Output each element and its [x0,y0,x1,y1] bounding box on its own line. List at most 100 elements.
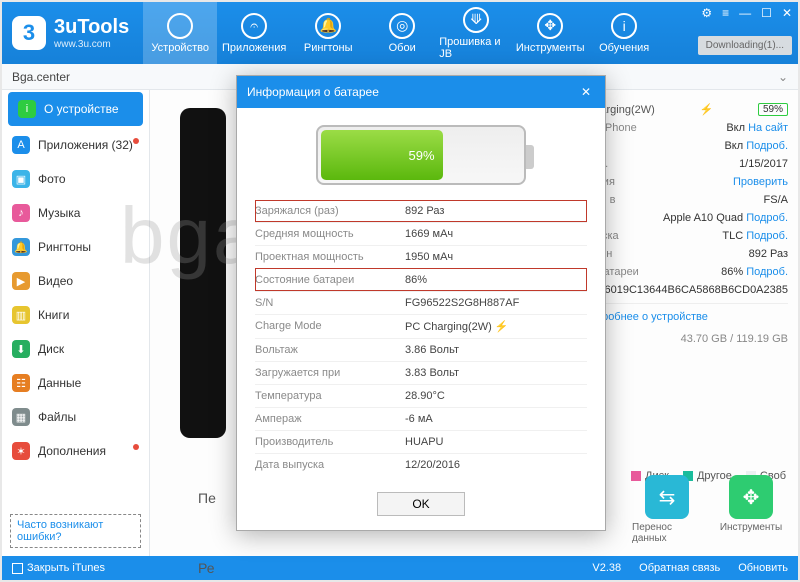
maximize-icon[interactable]: ☐ [761,6,772,20]
sidebar-item-7[interactable]: ⬇ Диск [2,332,149,366]
fragment-text: Пе [198,490,216,506]
charging-pct: 59% [758,103,788,116]
info-extra-link[interactable]: Подроб. [746,266,788,278]
sidebar-icon: 🔔 [12,238,30,256]
brand: 3 3uTools www.3u.com [2,2,143,64]
action-card-0[interactable]: ⇆Перенос данных [632,475,702,544]
top-tab-2[interactable]: 🔔Рингтоны [291,2,365,64]
battery-row: Charge ModePC Charging(2W) ⚡ [255,314,587,338]
bolt-icon: ⚡ [700,103,714,116]
battery-row: Вольтаж3.86 Вольт [255,338,587,361]
refresh-link[interactable]: Обновить [738,562,788,574]
info-extra-link[interactable]: Проверить [733,176,788,188]
close-icon[interactable]: ✕ [782,6,792,20]
menu-icon[interactable]: ≡ [722,6,729,20]
battery-modal: Информация о батарее ✕ 59% Заряжался (ра… [236,75,606,531]
modal-close-icon[interactable]: ✕ [577,83,595,101]
action-card-1[interactable]: ✥Инструменты [716,475,786,544]
action-cards: ⇆Перенос данных✥Инструменты [632,475,786,544]
info-extra-link[interactable]: Подроб. [746,212,788,224]
sidebar-item-label: Рингтоны [38,240,91,254]
battery-row: Средняя мощность1669 мАч [255,222,587,245]
modal-header: Информация о батарее ✕ [237,76,605,108]
top-tab-3[interactable]: ◎Обои [365,2,439,64]
fragment-text: Ре [198,560,215,576]
sidebar-item-0[interactable]: i О устройстве [8,92,143,126]
downloading-badge[interactable]: Downloading(1)... [698,36,792,55]
sidebar-item-label: Музыка [38,206,80,220]
tab-icon [167,13,193,39]
battery-row: Заряжался (раз)892 Раз [255,200,587,222]
sidebar-icon: A [12,136,30,154]
info-extra-link[interactable]: Подроб. [746,140,788,152]
sidebar-item-9[interactable]: ▦ Файлы [2,400,149,434]
sidebar-item-label: Приложения (32) [38,138,133,152]
brand-title: 3uTools [54,16,129,39]
top-tab-6[interactable]: iОбучения [587,2,661,64]
settings-icon[interactable]: ⚙ [701,6,712,20]
device-name: Bga.center [12,70,70,84]
top-tab-5[interactable]: ✥Инструменты [513,2,587,64]
battery-row: S/NFG96522S2G8H887AF [255,291,587,314]
bolt-icon: ⚡ [495,321,509,333]
sidebar-icon: ▦ [12,408,30,426]
battery-row: Дата выпуска12/20/2016 [255,453,587,476]
sidebar-item-2[interactable]: ▣ Фото [2,162,149,196]
tab-icon: 🔔 [315,13,341,39]
sidebar-icon: i [18,100,36,118]
minimize-icon[interactable]: — [739,6,751,20]
sidebar-item-4[interactable]: 🔔 Рингтоны [2,230,149,264]
bottom-bar: Закрыть iTunes V2.38 Обратная связь Обно… [2,556,798,580]
sidebar-icon: ⬇ [12,340,30,358]
close-itunes-toggle[interactable]: Закрыть iTunes [12,562,105,574]
sidebar-item-label: Дополнения [38,444,106,458]
notification-dot [133,138,139,144]
top-tab-4[interactable]: ⟱Прошивка и JB [439,2,513,64]
top-tab-1[interactable]: 𝄐Приложения [217,2,291,64]
notification-dot [133,444,139,450]
battery-row: Ампераж-6 мА [255,407,587,430]
battery-table: Заряжался (раз)892 РазСредняя мощность16… [255,200,587,476]
battery-graphic: 59% [255,118,587,192]
tab-icon: i [611,13,637,39]
sidebar-item-10[interactable]: ✶ Дополнения [2,434,149,468]
sidebar-icon: ▣ [12,170,30,188]
faq-link[interactable]: Часто возникают ошибки? [10,514,141,548]
modal-title: Информация о батарее [247,85,379,99]
info-extra-link[interactable]: Подроб. [746,230,788,242]
tab-icon: ✥ [537,13,563,39]
sidebar-item-label: Диск [38,342,64,356]
sidebar-item-3[interactable]: ♪ Музыка [2,196,149,230]
sidebar-item-label: О устройстве [44,102,119,116]
info-extra-link[interactable]: На сайт [748,122,788,134]
sidebar-item-8[interactable]: ☷Данные [2,366,149,400]
chevron-down-icon: ⌄ [778,70,788,84]
top-bar: 3 3uTools www.3u.com Устройство𝄐Приложен… [2,2,798,64]
sidebar-item-5[interactable]: ▶ Видео [2,264,149,298]
device-image [180,108,226,438]
sidebar-item-label: Книги [38,308,69,322]
version-label: V2.38 [592,562,621,574]
sidebar-item-label: Фото [38,172,66,186]
sidebar-icon: ☷ [12,374,30,392]
sidebar-item-label: Файлы [38,410,76,424]
sidebar-item-6[interactable]: ▥Книги [2,298,149,332]
battery-row: Состояние батареи86% [255,268,587,291]
sidebar-icon: ✶ [12,442,30,460]
sidebar-icon: ♪ [12,204,30,222]
sidebar-icon: ▶ [12,272,30,290]
brand-sub: www.3u.com [54,39,129,50]
battery-row: Загружается при3.83 Вольт [255,361,587,384]
feedback-link[interactable]: Обратная связь [639,562,720,574]
sidebar-item-label: Видео [38,274,73,288]
battery-fill: 59% [321,130,443,180]
ok-button[interactable]: OK [377,492,464,516]
battery-row: Проектная мощность1950 мАч [255,245,587,268]
top-tab-0[interactable]: Устройство [143,2,217,64]
card-icon: ✥ [729,475,773,519]
card-icon: ⇆ [645,475,689,519]
tab-icon: ◎ [389,13,415,39]
sidebar-item-1[interactable]: A Приложения (32) [2,128,149,162]
sidebar: i О устройстве A Приложения (32) ▣ Фото ♪ Музык… [2,90,150,556]
top-tabs: Устройство𝄐Приложения🔔Рингтоны◎Обои⟱Прош… [143,2,661,64]
